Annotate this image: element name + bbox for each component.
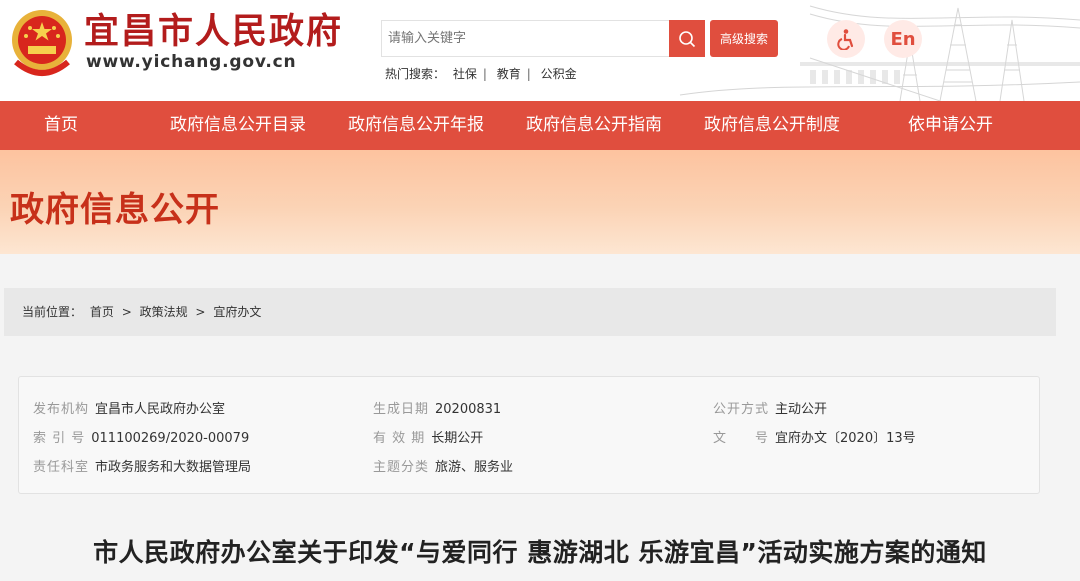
breadcrumb-separator: > bbox=[121, 305, 132, 319]
hot-search-item[interactable]: 社保 bbox=[453, 67, 477, 81]
site-url[interactable]: www.yichang.gov.cn bbox=[86, 52, 296, 72]
info-index: 索 引 号 011100269/2020-00079 bbox=[33, 431, 250, 446]
document-info-card: 发布机构 宜昌市人民政府办公室 生成日期 20200831 公开方式 主动公开 索 引… bbox=[18, 376, 1040, 494]
breadcrumb-item-policy[interactable]: 政策法规 bbox=[140, 305, 188, 319]
search-input[interactable] bbox=[381, 20, 670, 57]
info-validity: 有 效 期长期公开 bbox=[373, 431, 484, 446]
info-publisher: 发布机构 宜昌市人民政府办公室 bbox=[33, 402, 226, 417]
section-banner: 政府信息公开 bbox=[0, 150, 1080, 254]
site-name[interactable]: 宜昌市人民政府 bbox=[84, 12, 343, 52]
nav-item-rules[interactable]: 政府信息公开制度 bbox=[704, 101, 840, 150]
banner-title: 政府信息公开 bbox=[10, 190, 220, 230]
hot-search-label: 热门搜索： bbox=[385, 67, 446, 81]
info-topic: 主题分类 旅游、服务业 bbox=[373, 460, 514, 475]
emblem-icon bbox=[12, 10, 72, 76]
search-icon bbox=[679, 30, 696, 47]
breadcrumb-separator: > bbox=[195, 305, 206, 319]
english-label: En bbox=[890, 28, 916, 50]
info-date: 生成日期 20200831 bbox=[373, 402, 502, 417]
accessibility-icon bbox=[837, 29, 854, 50]
hot-search-item[interactable]: 公积金 bbox=[541, 67, 577, 81]
nav-item-catalog[interactable]: 政府信息公开目录 bbox=[170, 101, 306, 150]
search-button[interactable] bbox=[669, 20, 705, 57]
breadcrumb-label: 当前位置： bbox=[22, 305, 83, 319]
breadcrumb-item-current[interactable]: 宜府办文 bbox=[213, 305, 261, 319]
article-title: 市人民政府办公室关于印发“与爱同行 惠游湖北 乐游宜昌”活动实施方案的通知 bbox=[93, 538, 987, 567]
nav-item-request[interactable]: 依申请公开 bbox=[908, 101, 993, 150]
info-doc-number: 文 号宜府办文〔2020〕13号 bbox=[713, 431, 916, 446]
nav-item-annual-report[interactable]: 政府信息公开年报 bbox=[348, 101, 484, 150]
english-button[interactable]: En bbox=[884, 20, 922, 58]
main-nav: 首页 政府信息公开目录 政府信息公开年报 政府信息公开指南 政府信息公开制度 依… bbox=[0, 101, 1080, 150]
info-open-mode: 公开方式 主动公开 bbox=[713, 402, 828, 417]
breadcrumb: 当前位置： 首页 > 政策法规 > 宜府办文 bbox=[4, 288, 1056, 336]
breadcrumb-item-home[interactable]: 首页 bbox=[90, 305, 114, 319]
nav-item-guide[interactable]: 政府信息公开指南 bbox=[526, 101, 662, 150]
info-office: 责任科室 市政务服务和大数据管理局 bbox=[33, 460, 252, 475]
hot-searches: 热门搜索： 社保 | 教育 | 公积金 bbox=[385, 67, 577, 81]
hot-search-item[interactable]: 教育 bbox=[497, 67, 521, 81]
accessibility-button[interactable] bbox=[827, 20, 865, 58]
nav-item-home[interactable]: 首页 bbox=[44, 101, 78, 150]
site-header: 宜昌市人民政府 www.yichang.gov.cn 高级搜索 热门搜索： 社保… bbox=[0, 0, 1080, 101]
advanced-search-button[interactable]: 高级搜索 bbox=[710, 20, 778, 57]
